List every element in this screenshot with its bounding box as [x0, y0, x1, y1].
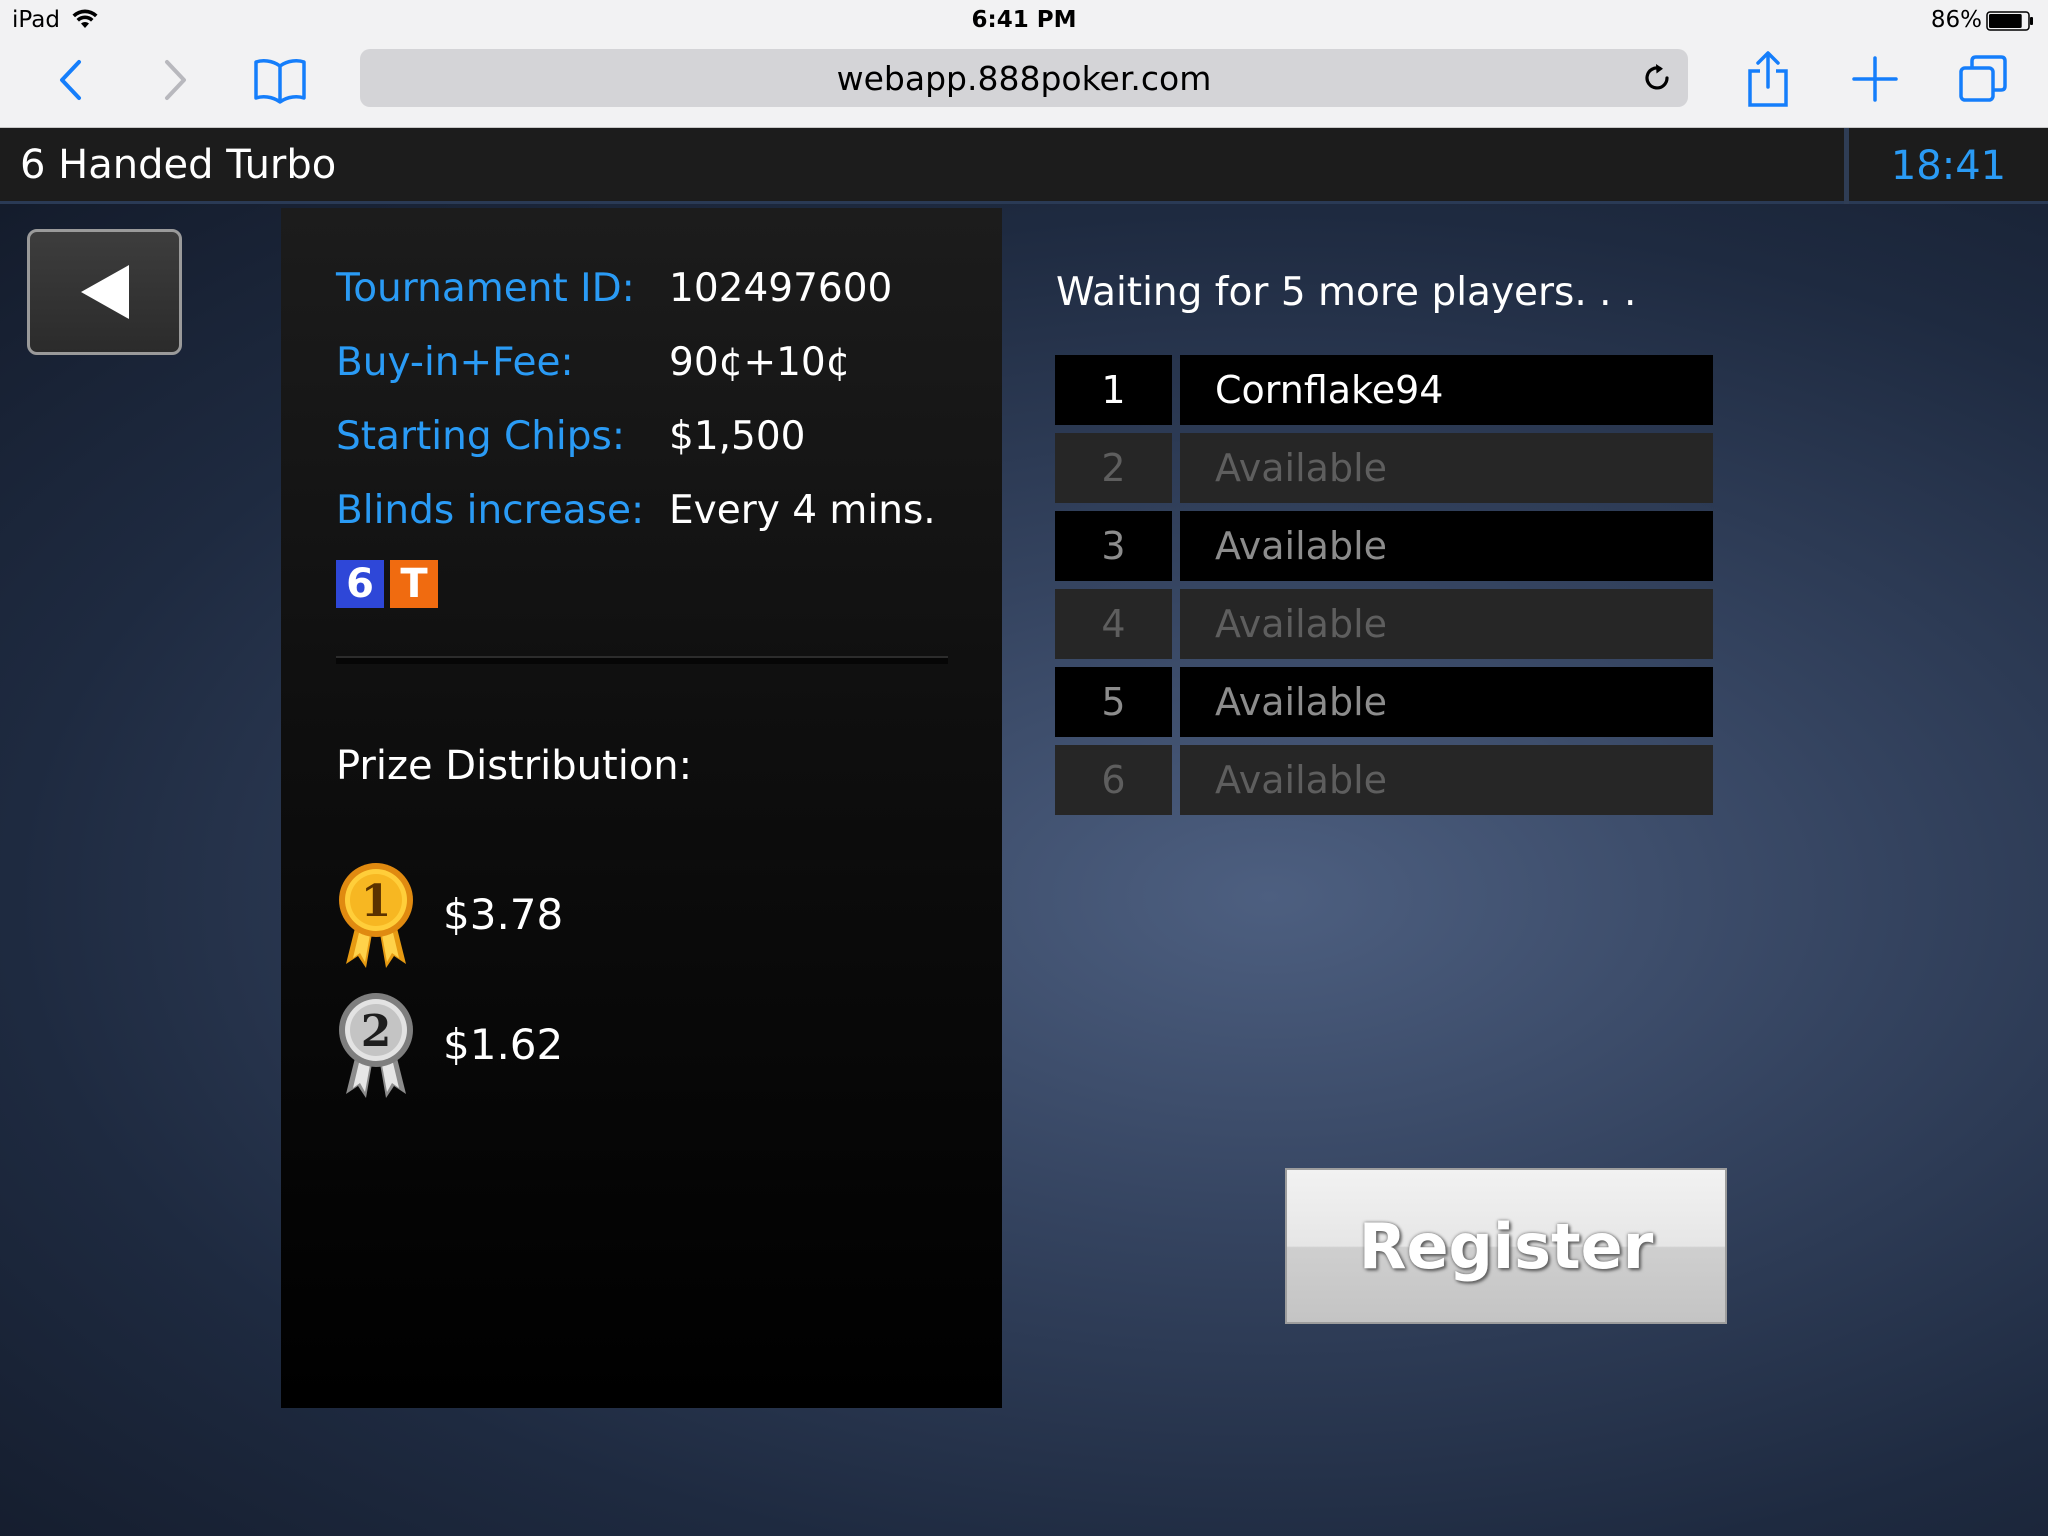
seat-number: 3 [1055, 511, 1172, 581]
battery-percentage: 86% [1930, 7, 1982, 33]
turbo-badge: T [390, 560, 438, 608]
six-handed-badge: 6 [336, 560, 384, 608]
silver-medal-icon: 2 [339, 993, 413, 1098]
seat-number: 1 [1055, 355, 1172, 425]
url-text: webapp.888poker.com [836, 58, 1212, 98]
seat-player: Available [1180, 589, 1713, 659]
seat-player: Available [1180, 511, 1713, 581]
tournament-info-panel: Tournament ID: 102497600 Buy-in+Fee: 90¢… [281, 208, 1002, 1408]
seat-number: 2 [1055, 433, 1172, 503]
bookmarks-icon[interactable] [250, 54, 310, 106]
seat-player: Available [1180, 745, 1713, 815]
info-label: Tournament ID: [336, 266, 635, 311]
tournament-badges: 6 T [336, 560, 438, 608]
seat-row[interactable]: 6 Available [1055, 745, 1713, 815]
gold-medal-icon: 1 [339, 863, 413, 968]
register-button[interactable]: Register [1285, 1168, 1727, 1324]
seat-player: Cornflake94 [1180, 355, 1713, 425]
clock-box: 18:41 [1844, 128, 2048, 204]
prize-amount: $1.62 [443, 1020, 564, 1069]
prize-distribution-title: Prize Distribution: [336, 743, 693, 789]
prize-amount: $3.78 [443, 890, 564, 939]
reload-icon[interactable] [1640, 61, 1674, 95]
seat-number: 5 [1055, 667, 1172, 737]
divider [336, 656, 948, 664]
info-value: 102497600 [669, 266, 893, 311]
back-button[interactable] [27, 229, 182, 355]
info-value: 90¢+10¢ [669, 340, 851, 385]
clock-time: 18:41 [1890, 143, 2007, 189]
info-value: $1,500 [669, 414, 806, 459]
prize-row-second: 2 $1.62 [336, 990, 836, 1100]
seat-row[interactable]: 2 Available [1055, 433, 1713, 503]
medal-place: 2 [361, 1006, 392, 1057]
seat-row[interactable]: 3 Available [1055, 511, 1713, 581]
page-title: 6 Handed Turbo [20, 142, 337, 188]
battery-icon [1986, 11, 2033, 31]
browser-toolbar: webapp.888poker.com [0, 42, 2048, 128]
seat-number: 4 [1055, 589, 1172, 659]
tabs-icon[interactable] [1956, 52, 2010, 106]
address-bar[interactable]: webapp.888poker.com [360, 49, 1688, 107]
medal-place: 1 [361, 876, 392, 927]
prize-row-first: 1 $3.78 [336, 860, 836, 970]
seat-player: Available [1180, 667, 1713, 737]
share-icon[interactable] [1742, 50, 1794, 108]
status-time: 6:41 PM [971, 7, 1077, 33]
info-label: Starting Chips: [336, 414, 625, 459]
seat-row[interactable]: 1 Cornflake94 [1055, 355, 1713, 425]
triangle-left-icon [80, 265, 129, 319]
waiting-status: Waiting for 5 more players. . . [1056, 270, 1637, 315]
info-label: Buy-in+Fee: [336, 340, 574, 385]
app-header: 6 Handed Turbo 18:41 [0, 128, 2048, 204]
register-label: Register [1358, 1209, 1654, 1283]
seat-row[interactable]: 4 Available [1055, 589, 1713, 659]
seat-number: 6 [1055, 745, 1172, 815]
seat-player: Available [1180, 433, 1713, 503]
info-label: Blinds increase: [336, 488, 645, 533]
forward-icon[interactable] [156, 56, 196, 104]
add-icon[interactable] [1850, 54, 1900, 104]
status-bar: iPad 6:41 PM 86% [0, 0, 2048, 42]
seat-row[interactable]: 5 Available [1055, 667, 1713, 737]
back-icon[interactable] [50, 56, 90, 104]
info-value: Every 4 mins. [669, 488, 936, 533]
